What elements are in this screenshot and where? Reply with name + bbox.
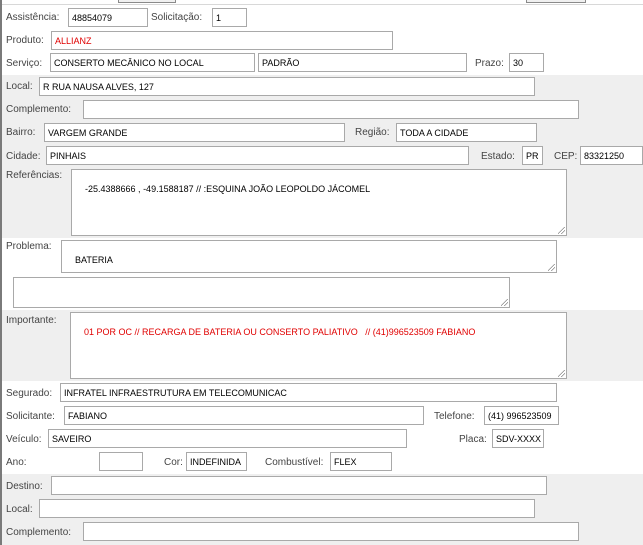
solicitacao-label: Solicitação: <box>151 12 203 23</box>
destino-complemento-label: Complemento: <box>6 527 72 538</box>
bairro-field[interactable]: VARGEM GRANDE <box>44 123 345 142</box>
combustivel-field[interactable]: FLEX <box>330 452 392 471</box>
segurado-label: Segurado: <box>6 388 53 399</box>
row-complemento: Complemento: <box>2 97 643 121</box>
destino-local-field[interactable] <box>39 499 535 518</box>
prazo-field[interactable]: 30 <box>509 53 544 72</box>
problema-extra-textarea[interactable] <box>13 277 510 308</box>
produto-field[interactable]: ALLIANZ <box>51 31 393 50</box>
telefone-label: Telefone: <box>434 411 475 422</box>
veiculo-field[interactable]: SAVEIRO <box>48 429 407 448</box>
telefone-field[interactable]: (41) 996523509 <box>484 406 559 425</box>
placa-field[interactable]: SDV-XXXX <box>492 429 544 448</box>
row-importante: Importante: 01 POR OC // RECARGA DE BATE… <box>2 310 643 381</box>
destino-field[interactable] <box>51 476 547 495</box>
local-label: Local: <box>6 81 33 92</box>
cidade-label: Cidade: <box>6 151 41 162</box>
cor-label: Cor: <box>164 457 183 468</box>
referencias-label: Referências: <box>6 170 63 181</box>
row-destino: Destino: <box>2 474 643 497</box>
importante-label: Importante: <box>6 315 57 326</box>
destino-complemento-field[interactable] <box>83 522 579 541</box>
resize-grip-icon[interactable] <box>558 370 565 377</box>
servico-field[interactable]: CONSERTO MECÂNICO NO LOCAL <box>50 53 255 72</box>
row-referencias: Referências: -25.4388666 , -49.1588187 /… <box>2 167 643 238</box>
produto-label: Produto: <box>6 35 44 46</box>
bairro-label: Bairro: <box>6 127 36 138</box>
estado-label: Estado: <box>481 151 515 162</box>
segurado-field[interactable]: INFRATEL INFRAESTRUTURA EM TELECOMUNICAC <box>60 383 557 402</box>
solicitante-label: Solicitante: <box>6 411 55 422</box>
problema-text: BATERIA <box>75 255 113 265</box>
problema-label: Problema: <box>6 241 52 252</box>
regiao-field[interactable]: TODA A CIDADE <box>396 123 537 142</box>
importante-textarea[interactable]: 01 POR OC // RECARGA DE BATERIA OU CONSE… <box>70 312 567 379</box>
row-servico: Serviço: CONSERTO MECÂNICO NO LOCAL PADR… <box>2 52 643 75</box>
toolbar-button-left[interactable] <box>118 0 176 3</box>
row-produto: Produto: ALLIANZ <box>2 29 643 52</box>
row-destino-local: Local: <box>2 497 643 520</box>
row-veiculo: Veículo: SAVEIRO Placa: SDV-XXXX <box>2 427 643 451</box>
row-segurado: Segurado: INFRATEL INFRAESTRUTURA EM TEL… <box>2 381 643 404</box>
importante-text: 01 POR OC // RECARGA DE BATERIA OU CONSE… <box>84 327 476 337</box>
toolbar-button-right[interactable] <box>526 0 586 3</box>
servico-tipo-field[interactable]: PADRÃO <box>258 53 467 72</box>
resize-grip-icon[interactable] <box>548 264 555 271</box>
problema-textarea[interactable]: BATERIA <box>61 240 557 273</box>
row-destino-complemento: Complemento: <box>2 520 643 545</box>
row-cidade: Cidade: PINHAIS Estado: PR CEP: 83321250 <box>2 144 643 167</box>
combustivel-label: Combustível: <box>265 457 324 468</box>
ano-field[interactable] <box>99 452 143 471</box>
cidade-field[interactable]: PINHAIS <box>46 146 469 165</box>
referencias-textarea[interactable]: -25.4388666 , -49.1588187 // :ESQUINA JO… <box>71 169 567 236</box>
local-field[interactable]: R RUA NAUSA ALVES, 127 <box>39 77 535 96</box>
row-ano: Ano: Cor: INDEFINIDA Combustível: FLEX <box>2 451 643 474</box>
complemento-label: Complemento: <box>6 104 72 115</box>
ano-label: Ano: <box>6 457 27 468</box>
cep-label: CEP: <box>554 151 578 162</box>
row-solicitante: Solicitante: FABIANO Telefone: (41) 9965… <box>2 404 643 427</box>
estado-field[interactable]: PR <box>522 146 543 165</box>
prazo-label: Prazo: <box>475 58 504 69</box>
servico-label: Serviço: <box>6 58 43 69</box>
assistencia-field[interactable]: 48854079 <box>68 8 148 27</box>
regiao-label: Região: <box>355 127 390 138</box>
placa-label: Placa: <box>459 434 487 445</box>
destino-label: Destino: <box>6 481 43 492</box>
cor-field[interactable]: INDEFINIDA <box>186 452 247 471</box>
row-local: Local: R RUA NAUSA ALVES, 127 <box>2 75 643 97</box>
cep-field[interactable]: 83321250 <box>580 146 643 165</box>
resize-grip-icon[interactable] <box>501 299 508 306</box>
solicitacao-field[interactable]: 1 <box>212 8 247 27</box>
row-bairro: Bairro: VARGEM GRANDE Região: TODA A CID… <box>2 121 643 144</box>
row-problema: Problema: BATERIA <box>2 238 643 310</box>
row-assistencia: Assistência: 48854079 Solicitação: 1 <box>2 5 643 29</box>
veiculo-label: Veículo: <box>6 434 42 445</box>
resize-grip-icon[interactable] <box>558 227 565 234</box>
complemento-field[interactable] <box>83 100 579 119</box>
referencias-text: -25.4388666 , -49.1588187 // :ESQUINA JO… <box>85 184 371 194</box>
solicitante-field[interactable]: FABIANO <box>64 406 424 425</box>
destino-local-label: Local: <box>6 504 33 515</box>
assistencia-label: Assistência: <box>6 12 60 23</box>
